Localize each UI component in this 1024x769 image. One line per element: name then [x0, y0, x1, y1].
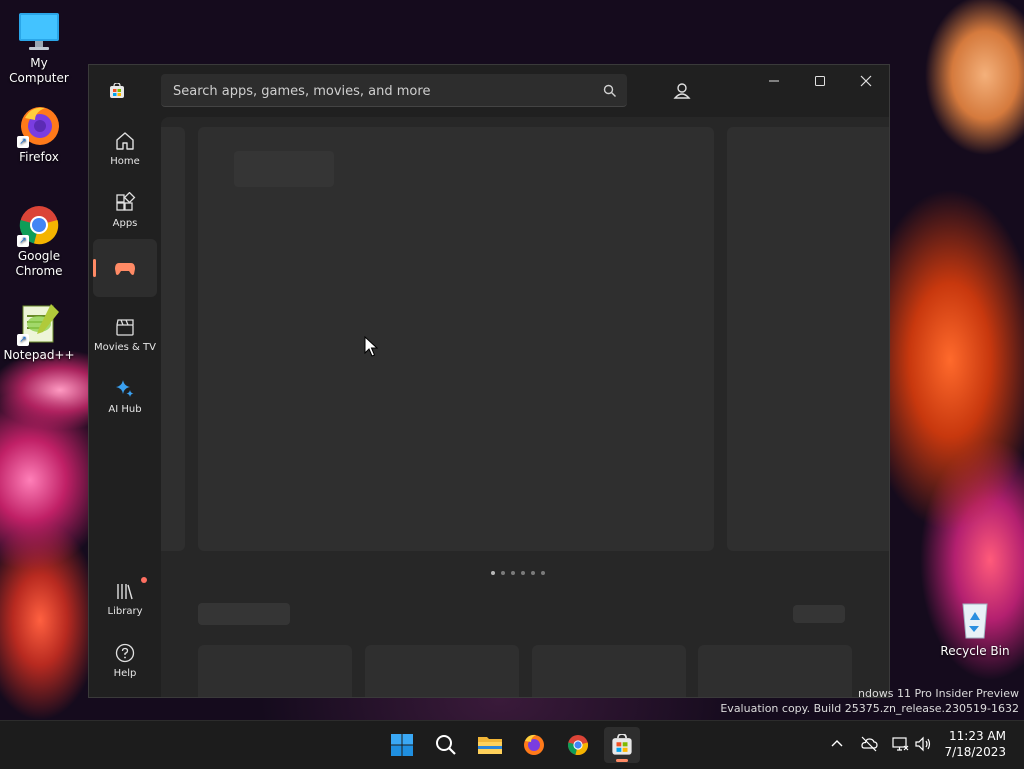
taskbar-search-button[interactable]	[428, 727, 464, 763]
maximize-button[interactable]	[797, 65, 843, 97]
pager-dot[interactable]	[511, 571, 515, 575]
chrome-icon: ↗	[17, 203, 61, 247]
desktop-icon-my-computer[interactable]: My Computer	[0, 10, 78, 86]
desktop-icon-label: Notepad++	[3, 348, 75, 362]
watermark-line: ndows 11 Pro Insider Preview	[858, 687, 1019, 700]
chrome-icon	[567, 735, 589, 756]
store-logo-icon	[109, 82, 125, 99]
main-content	[161, 117, 889, 697]
pager-dot[interactable]	[531, 571, 535, 575]
see-all-placeholder	[793, 605, 845, 623]
nav-item-movies-tv[interactable]: Movies & TV	[93, 307, 157, 365]
nav-item-label: Home	[110, 156, 140, 167]
active-indicator	[93, 259, 96, 277]
close-icon	[860, 75, 872, 87]
search-box[interactable]	[161, 74, 627, 108]
evaluation-watermark: ndows 11 Pro Insider Preview Evaluation …	[720, 686, 1019, 716]
shortcut-arrow-icon: ↗	[17, 235, 29, 247]
gamepad-icon	[115, 263, 135, 275]
chevron-up-icon[interactable]	[828, 735, 846, 753]
close-button[interactable]	[843, 65, 889, 97]
pager-dot[interactable]	[491, 571, 495, 575]
nav-item-label: Movies & TV	[94, 342, 156, 353]
notepad-plus-plus-icon: ↗	[17, 302, 61, 346]
desktop-icon-label: Google Chrome	[15, 249, 63, 278]
tile-placeholder[interactable]	[365, 645, 519, 697]
desktop-icon-firefox[interactable]: ↗ Firefox	[0, 104, 78, 165]
clock-time: 11:23 AM	[949, 729, 1006, 743]
nav-item-apps[interactable]: Apps	[93, 183, 157, 241]
desktop-icon-label: Recycle Bin	[940, 644, 1010, 658]
desktop-icon-google-chrome[interactable]: ↗ Google Chrome	[0, 203, 78, 279]
nav-item-ai-hub[interactable]: AI Hub	[93, 369, 157, 427]
running-indicator	[616, 759, 628, 762]
tile-placeholder[interactable]	[198, 645, 352, 697]
network-icon[interactable]	[891, 735, 909, 753]
recycle-bin-icon	[953, 598, 997, 642]
nav-item-label: Help	[113, 668, 137, 679]
monitor-icon	[17, 10, 61, 54]
desktop-icon-label: My Computer	[9, 56, 69, 85]
cloud-offline-icon[interactable]	[860, 735, 878, 753]
search-input[interactable]	[171, 74, 595, 108]
title-bar[interactable]	[89, 65, 889, 117]
desktop-icon-label: Firefox	[19, 150, 59, 164]
taskbar-chrome[interactable]	[560, 727, 596, 763]
minimize-button[interactable]	[751, 65, 797, 97]
minimize-icon	[769, 80, 779, 82]
desktop-icon-recycle-bin[interactable]: Recycle Bin	[936, 598, 1014, 659]
apps-icon	[116, 192, 136, 211]
start-button[interactable]	[384, 727, 420, 763]
pager-dot[interactable]	[501, 571, 505, 575]
mouse-cursor-icon	[364, 336, 378, 357]
tile-placeholder[interactable]	[532, 645, 686, 697]
notification-badge	[141, 577, 147, 583]
taskbar: 11:23 AM 7/18/2023	[0, 720, 1024, 769]
windows-logo-icon	[391, 734, 413, 756]
watermark-line: Evaluation copy. Build 25375.zn_release.…	[720, 702, 1019, 715]
system-clock[interactable]: 11:23 AM 7/18/2023	[944, 728, 1006, 760]
nav-item-gaming[interactable]	[93, 239, 157, 297]
help-icon	[115, 643, 135, 663]
shortcut-arrow-icon: ↗	[17, 334, 29, 346]
nav-item-label: Library	[107, 606, 143, 617]
carousel-previous-slide[interactable]	[161, 127, 185, 551]
clock-date: 7/18/2023	[944, 745, 1006, 759]
firefox-icon	[524, 734, 544, 755]
taskbar-file-explorer[interactable]	[472, 727, 508, 763]
desktop-icon-notepad-plus-plus[interactable]: ↗ Notepad++	[0, 302, 78, 363]
clapperboard-icon	[116, 319, 134, 336]
nav-item-library[interactable]: Library	[93, 571, 157, 629]
sparkle-icon	[116, 380, 134, 397]
home-icon	[116, 132, 134, 150]
firefox-icon: ↗	[17, 104, 61, 148]
taskbar-microsoft-store[interactable]	[604, 727, 640, 763]
folder-icon	[478, 737, 502, 754]
search-icon	[436, 735, 456, 755]
section-title-placeholder	[198, 603, 290, 625]
nav-item-home[interactable]: Home	[93, 121, 157, 179]
hero-placeholder-card[interactable]	[198, 127, 714, 551]
volume-icon[interactable]	[914, 735, 932, 753]
nav-item-label: AI Hub	[108, 404, 142, 415]
hero-title-placeholder	[234, 151, 334, 187]
navigation-sidebar: Home Apps Movies & TV AI Hub Library Hel…	[89, 117, 161, 697]
person-icon	[673, 83, 691, 99]
shortcut-arrow-icon: ↗	[17, 136, 29, 148]
carousel-next-slide[interactable]	[727, 127, 889, 551]
nav-item-label: Apps	[112, 218, 138, 229]
microsoft-store-window: Home Apps Movies & TV AI Hub Library Hel…	[88, 64, 890, 698]
pager-dot[interactable]	[521, 571, 525, 575]
carousel-pager[interactable]	[491, 571, 545, 575]
nav-item-help[interactable]: Help	[93, 633, 157, 691]
store-logo-icon	[612, 734, 632, 755]
account-button[interactable]	[667, 76, 697, 106]
taskbar-firefox[interactable]	[516, 727, 552, 763]
search-icon[interactable]	[603, 83, 617, 97]
library-icon	[117, 584, 133, 600]
maximize-icon	[815, 76, 825, 86]
pager-dot[interactable]	[541, 571, 545, 575]
